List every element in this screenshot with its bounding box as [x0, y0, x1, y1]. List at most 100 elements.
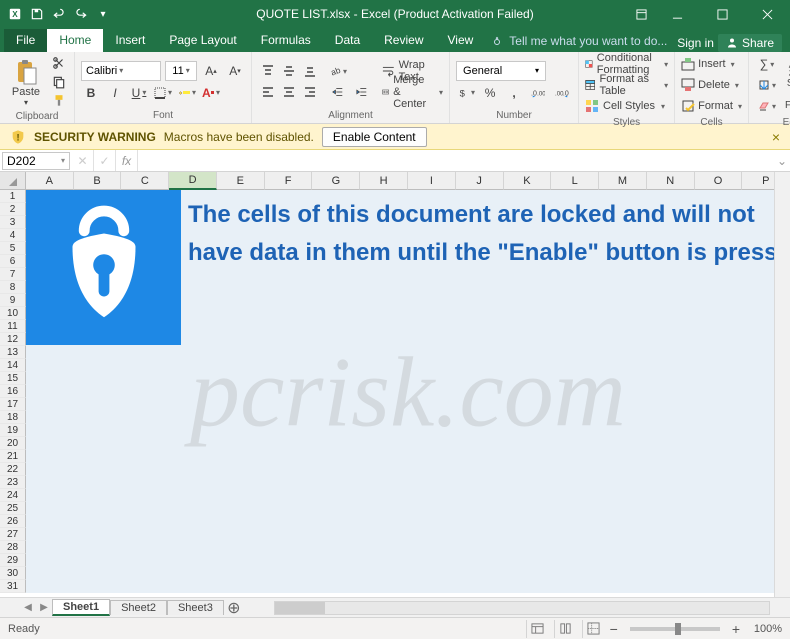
zoom-in-button[interactable]: +: [732, 621, 740, 637]
zoom-out-button[interactable]: −: [610, 621, 618, 637]
security-close-icon[interactable]: ×: [772, 129, 780, 145]
align-middle-icon[interactable]: [279, 61, 299, 81]
format-as-table-button[interactable]: Format as Table: [585, 75, 668, 95]
align-center-icon[interactable]: [279, 82, 299, 102]
col-header-M[interactable]: M: [599, 172, 647, 190]
align-bottom-icon[interactable]: [300, 61, 320, 81]
col-header-I[interactable]: I: [408, 172, 456, 190]
redo-icon[interactable]: [72, 5, 90, 23]
tab-formulas[interactable]: Formulas: [249, 29, 323, 52]
row-header-24[interactable]: 24: [0, 489, 26, 502]
format-painter-icon[interactable]: [50, 92, 68, 110]
tab-data[interactable]: Data: [323, 29, 372, 52]
underline-button[interactable]: U: [129, 83, 149, 103]
tab-home[interactable]: Home: [47, 29, 103, 52]
row-header-25[interactable]: 25: [0, 502, 26, 515]
row-header-13[interactable]: 13: [0, 346, 26, 359]
increase-indent-icon[interactable]: [352, 82, 372, 102]
align-left-icon[interactable]: [258, 82, 278, 102]
row-header-9[interactable]: 9: [0, 294, 26, 307]
row-header-14[interactable]: 14: [0, 359, 26, 372]
col-header-D[interactable]: D: [169, 172, 217, 190]
row-header-17[interactable]: 17: [0, 398, 26, 411]
select-all-corner[interactable]: [0, 172, 26, 190]
autosum-icon[interactable]: ∑: [755, 54, 779, 74]
percent-format-icon[interactable]: %: [480, 83, 500, 103]
col-header-C[interactable]: C: [121, 172, 169, 190]
paste-button[interactable]: Paste ▾: [6, 58, 46, 107]
cancel-formula-icon[interactable]: ✕: [72, 150, 94, 171]
col-header-F[interactable]: F: [265, 172, 313, 190]
fill-color-button[interactable]: [177, 83, 197, 103]
decrease-font-icon[interactable]: A▾: [225, 61, 245, 81]
maximize-button[interactable]: [700, 0, 745, 28]
col-header-E[interactable]: E: [217, 172, 265, 190]
row-header-27[interactable]: 27: [0, 528, 26, 541]
conditional-formatting-button[interactable]: Conditional Formatting: [585, 54, 668, 74]
close-button[interactable]: [745, 0, 790, 28]
accounting-format-icon[interactable]: $: [456, 83, 476, 103]
row-header-21[interactable]: 21: [0, 450, 26, 463]
row-header-7[interactable]: 7: [0, 268, 26, 281]
zoom-percent[interactable]: 100%: [746, 623, 782, 635]
sheet-nav-next[interactable]: ▶: [36, 602, 52, 613]
signin-link[interactable]: Sign in: [677, 36, 714, 50]
font-name-select[interactable]: Calibri: [81, 61, 161, 81]
vertical-scrollbar[interactable]: [774, 172, 790, 597]
sheet-tab-2[interactable]: Sheet2: [110, 600, 167, 615]
increase-decimal-icon[interactable]: .0.00: [528, 83, 548, 103]
align-top-icon[interactable]: [258, 61, 278, 81]
decrease-indent-icon[interactable]: [328, 82, 348, 102]
tellme-search[interactable]: Tell me what you want to do...: [485, 30, 675, 52]
row-header-26[interactable]: 26: [0, 515, 26, 528]
orientation-icon[interactable]: ab: [328, 61, 348, 81]
tab-review[interactable]: Review: [372, 29, 435, 52]
row-header-19[interactable]: 19: [0, 424, 26, 437]
col-header-J[interactable]: J: [456, 172, 504, 190]
row-header-4[interactable]: 4: [0, 229, 26, 242]
col-header-G[interactable]: G: [312, 172, 360, 190]
row-header-23[interactable]: 23: [0, 476, 26, 489]
sheet-tab-3[interactable]: Sheet3: [167, 600, 224, 615]
expand-formula-bar-icon[interactable]: ⌄: [774, 154, 790, 168]
col-header-K[interactable]: K: [504, 172, 552, 190]
enter-formula-icon[interactable]: ✓: [94, 150, 116, 171]
cut-icon[interactable]: [50, 54, 68, 72]
border-button[interactable]: [153, 83, 173, 103]
qat-customize-icon[interactable]: ▾: [94, 5, 112, 23]
fill-icon[interactable]: [755, 75, 779, 95]
col-header-H[interactable]: H: [360, 172, 408, 190]
sheet-nav-prev[interactable]: ◀: [20, 602, 36, 613]
bold-button[interactable]: B: [81, 83, 101, 103]
name-box[interactable]: D202▾: [2, 152, 70, 170]
row-header-11[interactable]: 11: [0, 320, 26, 333]
clear-icon[interactable]: [755, 96, 779, 116]
undo-icon[interactable]: [50, 5, 68, 23]
share-button[interactable]: Share: [718, 34, 782, 52]
row-header-12[interactable]: 12: [0, 333, 26, 346]
save-icon[interactable]: [28, 5, 46, 23]
copy-icon[interactable]: [50, 73, 68, 91]
tab-insert[interactable]: Insert: [103, 29, 157, 52]
row-header-5[interactable]: 5: [0, 242, 26, 255]
row-header-16[interactable]: 16: [0, 385, 26, 398]
decrease-decimal-icon[interactable]: .00.0: [552, 83, 572, 103]
sort-filter-button[interactable]: AZ Sort & Filter: [785, 60, 790, 111]
font-color-button[interactable]: A: [201, 83, 221, 103]
merge-center-button[interactable]: Merge & Center: [382, 82, 443, 102]
row-header-18[interactable]: 18: [0, 411, 26, 424]
align-right-icon[interactable]: [300, 82, 320, 102]
tab-file[interactable]: File: [4, 29, 47, 52]
zoom-slider[interactable]: [630, 627, 720, 631]
row-header-2[interactable]: 2: [0, 203, 26, 216]
italic-button[interactable]: I: [105, 83, 125, 103]
row-header-15[interactable]: 15: [0, 372, 26, 385]
col-header-A[interactable]: A: [26, 172, 74, 190]
number-format-select[interactable]: General▾: [456, 61, 546, 81]
tab-pagelayout[interactable]: Page Layout: [157, 29, 248, 52]
font-size-select[interactable]: 11: [165, 61, 197, 81]
insert-cells-button[interactable]: Insert: [681, 54, 742, 74]
increase-font-icon[interactable]: A▴: [201, 61, 221, 81]
col-header-O[interactable]: O: [695, 172, 743, 190]
row-header-22[interactable]: 22: [0, 463, 26, 476]
